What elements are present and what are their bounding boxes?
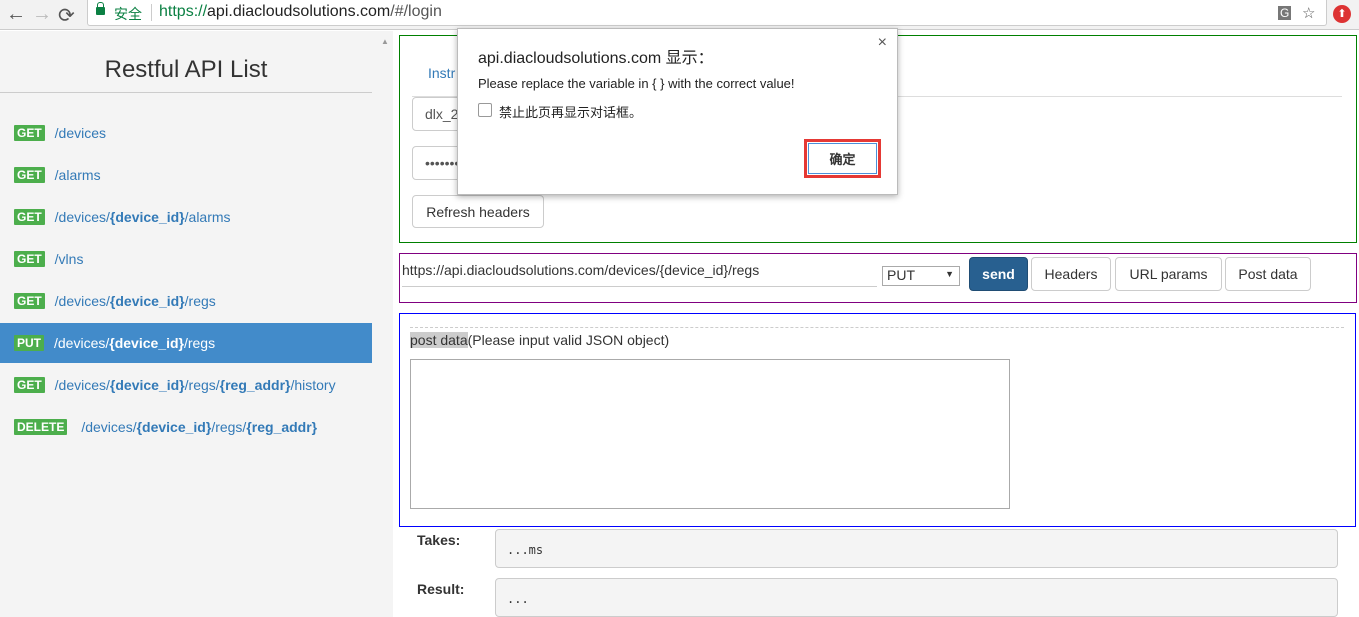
sidebar-item[interactable]: DELETE/devices/{device_id}/regs/{reg_add… bbox=[0, 407, 372, 447]
sidebar-item[interactable]: PUT/devices/{device_id}/regs bbox=[0, 323, 372, 363]
method-badge: GET bbox=[14, 209, 45, 225]
forward-icon[interactable]: → bbox=[32, 3, 52, 26]
path-segment: {reg_addr} bbox=[219, 377, 291, 393]
sidebar-title: Restful API List bbox=[104, 56, 268, 83]
tab-instructions[interactable]: Instr bbox=[428, 65, 455, 81]
extension-icon[interactable]: ⬆ bbox=[1333, 5, 1351, 23]
star-icon[interactable]: ☆ bbox=[1302, 4, 1315, 22]
path-segment: /vlns bbox=[54, 251, 84, 267]
browser-toolbar: ← → ⟳ 安全 https://api.diacloudsolutions.c… bbox=[0, 0, 1359, 30]
url-text[interactable]: https://api.diacloudsolutions.com/#/logi… bbox=[159, 3, 442, 21]
translate-icon[interactable]: G bbox=[1278, 6, 1292, 20]
dialog-title: api.diacloudsolutions.com 显示： bbox=[478, 50, 714, 67]
path-segment: /devices/ bbox=[54, 377, 110, 393]
endpoint-path: /devices/{device_id}/regs/{reg_addr} bbox=[81, 419, 317, 435]
path-segment: /regs bbox=[183, 335, 216, 351]
sidebar-item[interactable]: GET/vlns bbox=[0, 239, 372, 279]
sidebar-item[interactable]: GET/devices bbox=[0, 113, 372, 153]
address-bar[interactable]: 安全 https://api.diacloudsolutions.com/#/l… bbox=[87, 0, 1327, 26]
method-badge: GET bbox=[14, 125, 45, 141]
ok-button-highlight: 确定 bbox=[804, 139, 881, 178]
send-button[interactable]: send bbox=[969, 257, 1028, 291]
suppress-dialogs-label[interactable]: 禁止此页再显示对话框。 bbox=[499, 102, 642, 121]
back-icon[interactable]: ← bbox=[6, 3, 26, 26]
method-badge: GET bbox=[14, 251, 45, 267]
endpoint-path: /alarms bbox=[55, 167, 101, 183]
result-label: Result: bbox=[417, 581, 465, 597]
ok-button[interactable]: 确定 bbox=[808, 143, 877, 174]
post-data-label-highlight: post data bbox=[410, 332, 468, 348]
takes-value: ...ms bbox=[495, 529, 1338, 568]
endpoint-path: /vlns bbox=[55, 251, 84, 267]
path-segment: /regs/ bbox=[211, 419, 247, 435]
path-segment: /devices/ bbox=[54, 209, 110, 225]
post-data-textarea[interactable] bbox=[410, 359, 1010, 509]
lock-icon bbox=[96, 2, 105, 15]
path-segment: /devices/ bbox=[54, 335, 110, 351]
divider bbox=[151, 4, 152, 21]
path-segment: /alarms bbox=[184, 209, 231, 225]
sidebar-item[interactable]: GET/alarms bbox=[0, 155, 372, 195]
alert-dialog: api.diacloudsolutions.com 显示： × Please r… bbox=[457, 28, 898, 195]
url-params-button[interactable]: URL params bbox=[1115, 257, 1222, 291]
endpoint-path: /devices bbox=[55, 125, 106, 141]
path-segment: /regs/ bbox=[184, 377, 220, 393]
divider bbox=[410, 327, 1344, 328]
path-segment: /devices/ bbox=[54, 293, 110, 309]
post-data-label: post data(Please input valid JSON object… bbox=[410, 332, 669, 348]
path-segment: {device_id} bbox=[109, 335, 184, 351]
path-segment: {reg_addr} bbox=[246, 419, 318, 435]
method-badge: PUT bbox=[14, 335, 44, 351]
scrollbar-up-arrow[interactable]: ▲ bbox=[381, 37, 389, 46]
chevron-down-icon: ▼ bbox=[945, 269, 954, 279]
path-segment: /devices/ bbox=[81, 419, 137, 435]
dialog-message: Please replace the variable in { } with … bbox=[478, 76, 795, 91]
path-segment: /devices bbox=[54, 125, 107, 141]
path-segment: /history bbox=[290, 377, 336, 393]
takes-label: Takes: bbox=[417, 532, 461, 548]
divider bbox=[0, 92, 372, 93]
post-data-panel: post data(Please input valid JSON object… bbox=[399, 313, 1356, 527]
post-data-button[interactable]: Post data bbox=[1225, 257, 1311, 291]
result-value: ... bbox=[495, 578, 1338, 617]
suppress-dialogs-checkbox[interactable] bbox=[478, 103, 492, 117]
headers-button[interactable]: Headers bbox=[1031, 257, 1111, 291]
path-segment: {device_id} bbox=[109, 293, 185, 309]
path-segment: {device_id} bbox=[109, 377, 185, 393]
path-segment: {device_id} bbox=[136, 419, 212, 435]
method-select[interactable]: PUT ▼ bbox=[882, 266, 960, 286]
request-url-input[interactable]: https://api.diacloudsolutions.com/device… bbox=[402, 262, 877, 287]
url-scheme: https:// bbox=[159, 3, 208, 20]
path-segment: /regs bbox=[184, 293, 216, 309]
path-segment: {device_id} bbox=[109, 209, 185, 225]
endpoint-path: /devices/{device_id}/alarms bbox=[55, 209, 231, 225]
url-path: /#/login bbox=[390, 3, 442, 20]
reload-icon[interactable]: ⟳ bbox=[58, 3, 75, 28]
method-badge: GET bbox=[14, 167, 45, 183]
sidebar-item[interactable]: GET/devices/{device_id}/alarms bbox=[0, 197, 372, 237]
method-badge: GET bbox=[14, 377, 45, 393]
endpoint-path: /devices/{device_id}/regs bbox=[55, 293, 216, 309]
method-badge: GET bbox=[14, 293, 45, 309]
request-panel: https://api.diacloudsolutions.com/device… bbox=[399, 253, 1357, 303]
path-segment: /alarms bbox=[54, 167, 101, 183]
sidebar: Restful API List GET/devices GET/alarms GE… bbox=[0, 31, 393, 617]
sidebar-item[interactable]: GET/devices/{device_id}/regs/{reg_addr}/… bbox=[0, 365, 372, 405]
close-icon[interactable]: × bbox=[878, 34, 887, 52]
endpoint-path: /devices/{device_id}/regs bbox=[54, 335, 215, 351]
method-badge: DELETE bbox=[14, 419, 68, 435]
secure-label: 安全 bbox=[114, 6, 142, 22]
post-data-hint: (Please input valid JSON object) bbox=[467, 332, 670, 348]
sidebar-item[interactable]: GET/devices/{device_id}/regs bbox=[0, 281, 372, 321]
refresh-headers-button[interactable]: Refresh headers bbox=[412, 195, 544, 228]
method-value: PUT bbox=[887, 267, 915, 283]
url-host: api.diacloudsolutions.com bbox=[207, 3, 391, 20]
endpoint-path: /devices/{device_id}/regs/{reg_addr}/his… bbox=[55, 377, 336, 393]
